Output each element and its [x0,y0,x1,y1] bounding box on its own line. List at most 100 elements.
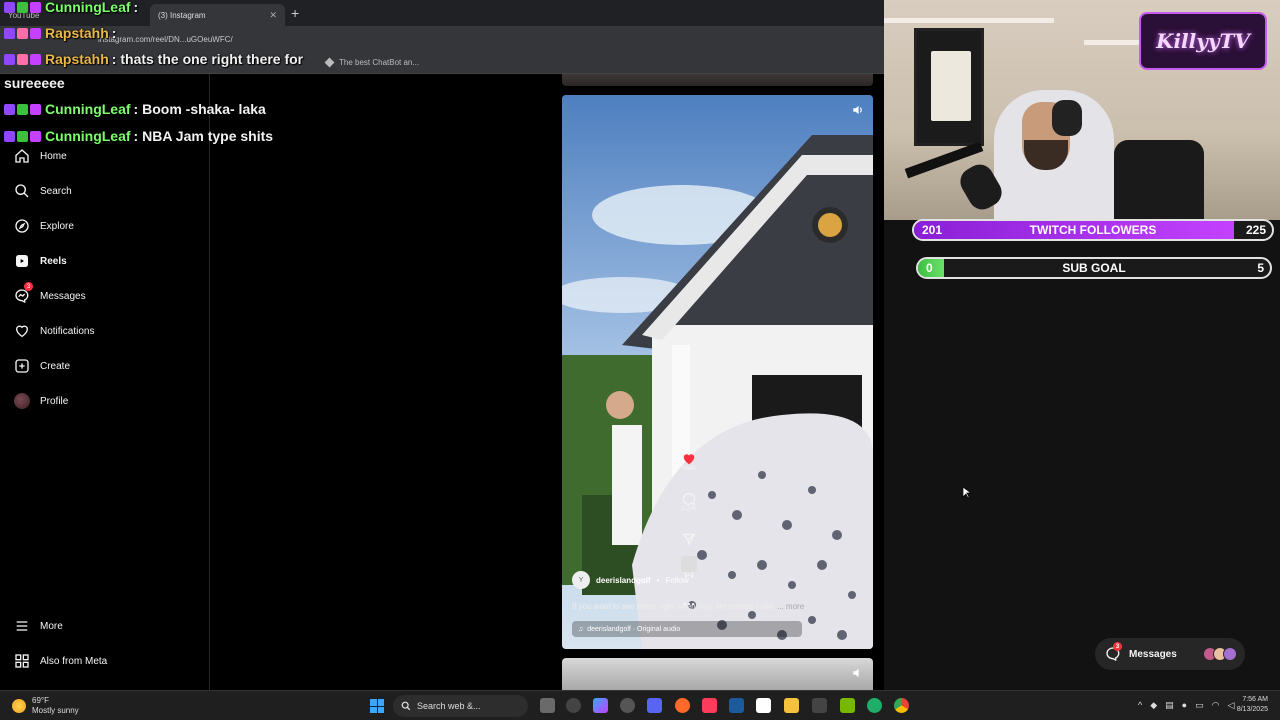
messages-pill-badge: 3 [1113,642,1122,651]
display-icon[interactable]: ▭ [1195,700,1204,711]
badge-icon [30,53,41,65]
sound-icon[interactable] [851,103,865,117]
music-note-icon: ♫ [578,625,584,633]
also-from-meta-button[interactable]: Also from Meta [14,650,107,672]
badge-icon [4,103,15,115]
reel-video[interactable]: Y deerislandgolf • Follow If you want to… [562,95,873,649]
followers-goal-bar: 201 TWITCH FOLLOWERS 225 [912,219,1274,241]
messages-badge: 3 [24,282,33,291]
shelf [884,18,1054,23]
obs-icon[interactable] [620,698,635,713]
caption-more-link[interactable]: ... more [777,602,804,611]
badge-icon [30,1,41,13]
chat-text: : [111,25,117,41]
wifi-icon[interactable]: ◠ [1212,700,1220,711]
like-action[interactable]: 464K [676,452,702,472]
music-app-icon[interactable] [702,698,717,713]
comment-action[interactable]: 2,245 [676,492,702,512]
weather-temp: 69°F [32,696,49,705]
chat-message: Rapstahh : thats the one right there for [4,51,303,67]
sidebar-item-search[interactable]: Search [14,180,72,202]
meta-grid-icon [15,654,29,668]
sidebar-item-explore[interactable]: Explore [14,215,74,237]
sidebar-item-reels[interactable]: Reels [14,250,67,272]
chat-badges [4,27,41,39]
sidebar-item-notifications[interactable]: Notifications [14,320,94,342]
gaming-chair [1114,140,1204,220]
badge-icon [4,27,15,39]
webcam-feed: KillyyTV [884,0,1280,220]
sidebar-item-label: Notifications [40,325,95,337]
settings-app-icon[interactable] [566,698,581,713]
neon-sign: KillyyTV [1139,12,1267,70]
more-label: More [40,620,63,632]
taskbar-search[interactable]: Search web &... [393,695,528,717]
reel-audio[interactable]: ♫ deerislandgolf · Original audio [572,621,802,637]
clock[interactable]: 7:56 AM 8/13/2025 [1237,695,1268,715]
windows-start-icon[interactable] [370,699,384,713]
task-view-icon[interactable] [540,698,555,713]
messages-pill[interactable]: 3 Messages [1095,638,1245,670]
weather-widget[interactable]: 69°F Mostly sunny [12,696,79,716]
chat-text: sureeeee [4,75,65,91]
windows-taskbar: 69°F Mostly sunny Search web &... ^ ◆ ▤ … [0,690,1280,720]
mic-icon[interactable]: ● [1182,700,1187,711]
chrome-icon[interactable] [894,698,909,713]
sidebar-item-label: Create [40,360,71,372]
sidebar-item-label: Profile [40,395,69,407]
instagram-sidebar: Home Search Explore Reels 3 Messages Not… [0,74,210,690]
next-reel[interactable] [562,658,873,690]
home-icon [15,149,29,163]
sidebar-item-create[interactable]: Create [14,355,70,377]
messages-pill-label: Messages [1129,648,1177,660]
chat-username: CunningLeaf [45,101,131,117]
chat-text: : [133,0,139,15]
sidebar-item-profile[interactable]: Profile [14,390,68,412]
mouse-cursor-icon [963,487,971,499]
headset [1052,100,1082,136]
audio-thumbnail[interactable] [681,556,697,572]
badge-icon [4,130,15,142]
volume-icon[interactable]: ◁ [1227,700,1234,711]
discord-icon[interactable] [647,698,662,713]
hamburger-menu-icon [16,621,28,631]
streamer [994,70,1114,220]
app-icon[interactable] [867,698,882,713]
network-icon[interactable]: ▤ [1165,700,1174,711]
share-action[interactable] [676,532,702,546]
notepad-icon[interactable] [756,698,771,713]
previous-reel[interactable] [562,74,873,86]
shield-icon[interactable]: ◆ [1150,700,1157,711]
nvidia-icon[interactable] [840,698,855,713]
also-from-meta-label: Also from Meta [40,655,108,667]
chat-message: CunningLeaf : NBA Jam type shits [4,128,273,144]
steam-icon[interactable] [729,698,744,713]
more-options-action[interactable] [676,597,702,611]
sidebar-item-label: Reels [40,255,67,267]
badge-icon [30,103,41,115]
caption-text: If you want to see these right when they… [572,602,775,611]
chat-badges [4,53,41,65]
sidebar-item-label: Search [40,185,72,197]
chevron-up-icon[interactable]: ^ [1138,700,1142,711]
more-button[interactable]: More [14,615,63,637]
sidebar-item-messages[interactable]: 3 Messages [14,282,86,307]
taskbar-search-label: Search web &... [417,701,481,711]
search-icon [401,701,411,711]
firefox-icon[interactable] [675,698,690,713]
chat-text: : NBA Jam type shits [133,128,274,144]
sidebar-item-label: Explore [40,220,74,232]
copilot-icon[interactable] [593,698,608,713]
sound-icon[interactable] [851,666,865,680]
reel-video-frame [562,95,873,649]
avatar [14,393,30,409]
app-icon[interactable] [812,698,827,713]
author-username[interactable]: deerislandgolf [596,576,651,585]
file-explorer-icon[interactable] [784,698,799,713]
reels-icon [16,255,28,267]
badge-icon [17,103,28,115]
system-tray[interactable]: ^ ◆ ▤ ● ▭ ◠ ◁ [1138,700,1234,711]
badge-icon [4,53,15,65]
author-avatar[interactable]: Y [572,571,590,589]
gameboy-frame [914,28,984,146]
